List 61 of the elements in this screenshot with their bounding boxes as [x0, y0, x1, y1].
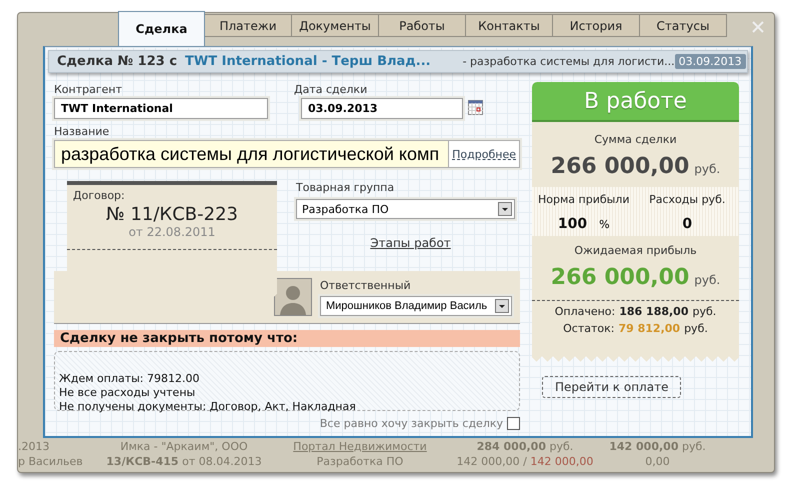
warning-title: Сделку не закрыть потому что: — [54, 330, 520, 347]
responsible-select[interactable]: Мирошников Владимир Василь — [320, 296, 512, 316]
percent-unit: % — [599, 218, 610, 231]
paid-label: Оплачено: — [554, 305, 616, 318]
expected-profit-label: Ожидаемая прибыль — [574, 244, 697, 257]
remaining-label: Остаток: — [563, 322, 614, 335]
table-cell-text: 13/КСВ-415 от 08.04.2013 — [105, 455, 263, 468]
contract-number: № 11/КСВ-223 — [105, 204, 239, 225]
expected-profit-amount: 266 000,00 — [550, 265, 690, 290]
reason-text: Не все расходы учтены — [59, 386, 196, 400]
expenses-value: 0 — [682, 216, 692, 232]
tab[interactable]: Сделка — [118, 11, 205, 46]
field-label: Ответственный — [320, 278, 412, 292]
currency-text: руб. — [694, 273, 720, 287]
field-label: Товарная группа — [296, 181, 396, 194]
tab[interactable]: Статусы — [640, 14, 727, 37]
margin-label: Норма прибыли — [538, 193, 630, 206]
currency-text: руб. — [692, 305, 716, 318]
remaining-amount: 79 812,00 — [618, 322, 680, 335]
table-cell-text: 0,00 — [644, 455, 671, 468]
deal-title: Сделка № 123 с — [57, 54, 178, 69]
currency-text: руб. — [684, 322, 708, 335]
deal-description: - разработка системы для логисти... — [462, 55, 675, 68]
table-cell-text: 284 000,00 руб. — [476, 440, 574, 453]
table-cell-text: Разработка ПО — [316, 455, 404, 468]
tab[interactable]: Контакты — [466, 14, 553, 37]
contract-label: Договор: — [73, 189, 126, 202]
field-label: Дата сделки — [294, 83, 368, 96]
deal-date: 03.09.2013 — [674, 54, 746, 69]
field-label: Контрагент — [54, 83, 124, 96]
avatar-placeholder — [274, 278, 312, 316]
status-banner: В работе — [532, 82, 739, 122]
force-close-checkbox[interactable] — [507, 417, 520, 430]
tab[interactable]: История — [553, 14, 640, 37]
table-cell-text: р Васильев — [18, 455, 84, 468]
tab[interactable]: Платежи — [205, 14, 292, 37]
tab[interactable]: Работы — [379, 14, 466, 37]
date-field[interactable]: 03.09.2013 — [301, 98, 463, 119]
field-label: Название — [54, 125, 110, 138]
table-cell: 142 000,00 / — [456, 455, 527, 468]
currency-text: руб. — [694, 162, 720, 176]
work-stages-link[interactable]: Этапы работ — [306, 236, 515, 250]
product-group-select[interactable]: Разработка ПО — [296, 199, 515, 219]
table-cell-text: 142 000,00 руб. — [608, 440, 707, 453]
calendar-icon[interactable] — [468, 100, 483, 115]
sum-amount: 266 000,00 — [550, 154, 690, 179]
go-to-payment-button[interactable]: Перейти к оплате — [542, 376, 682, 398]
paid-amount: 186 188,00 — [619, 305, 688, 318]
tab[interactable]: Документы — [292, 14, 379, 37]
counterparty-field[interactable]: TWT International — [54, 98, 268, 119]
reason-text: Ждем оплаты: 79812.00 — [59, 372, 200, 386]
expenses-label: Расходы руб. — [649, 193, 726, 206]
table-cell-text: .2013 — [18, 440, 50, 453]
sum-label: Сумма сделки — [594, 133, 677, 146]
reason-text: Не получены документы: Договор, Акт, Накладная — [59, 400, 357, 414]
contract-date: от 22.08.2011 — [128, 225, 216, 239]
table-cell-text: Имка - "Аркаим", ООО — [119, 440, 249, 453]
force-close-label: Все равно хочу закрыть сделку — [320, 417, 503, 430]
margin-value: 100 — [558, 216, 588, 232]
overdue-amount: 142 000,00 — [530, 455, 594, 468]
client-link[interactable]: TWT International - Терш Влад... — [185, 54, 431, 69]
